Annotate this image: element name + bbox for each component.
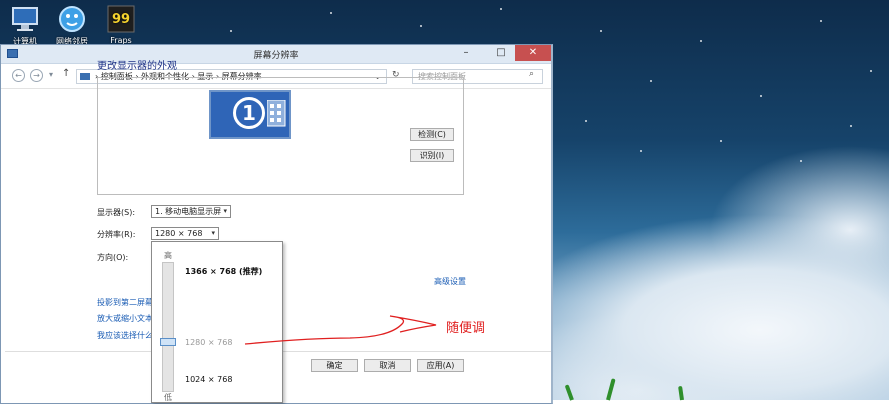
minimize-button[interactable]: – — [454, 45, 478, 61]
app-99-icon: 99 — [106, 4, 136, 34]
control-panel-icon — [80, 73, 90, 80]
identify-button[interactable]: 识别(I) — [410, 149, 454, 162]
resolution-option-current[interactable]: 1280 × 768 — [185, 338, 232, 347]
text-size-link[interactable]: 放大或缩小文本 — [97, 313, 151, 324]
help-choose-link[interactable]: 我应该选择什么 — [97, 330, 151, 341]
display-select[interactable]: 1. 移动电脑显示屏 ▾ — [151, 205, 231, 218]
resolution-slider-thumb[interactable] — [160, 338, 176, 346]
project-second-screen-link[interactable]: 投影到第二屏幕 — [97, 297, 151, 308]
back-arrow-icon[interactable]: ← — [12, 69, 25, 82]
monitor-window-icon — [267, 100, 286, 127]
maximize-button[interactable]: □ — [489, 45, 513, 61]
cancel-button[interactable]: 取消 — [364, 359, 411, 372]
forward-arrow-icon[interactable]: → — [30, 69, 43, 82]
annotation-arrow — [244, 315, 437, 345]
display-select-value: 1. 移动电脑显示屏 — [155, 207, 222, 216]
orientation-label: 方向(O): — [97, 253, 129, 262]
ok-button[interactable]: 确定 — [311, 359, 358, 372]
desktop-icon-computer[interactable]: 计算机 — [0, 4, 50, 47]
resolution-option-low[interactable]: 1024 × 768 — [185, 375, 232, 384]
desktop-icon-network[interactable]: 网络邻居 — [47, 4, 97, 47]
search-icon: ⌕ — [529, 69, 535, 79]
advanced-settings-link[interactable]: 高级设置 — [434, 276, 466, 287]
monitor-1-icon[interactable]: 1 — [209, 90, 291, 139]
chevron-down-icon: ▾ — [211, 229, 215, 237]
low-label: 低 — [164, 393, 172, 402]
computer-icon — [10, 4, 40, 34]
high-label: 高 — [164, 251, 172, 260]
resolution-select[interactable]: 1280 × 768 ▾ — [151, 227, 219, 240]
svg-text:99: 99 — [112, 12, 130, 27]
monitor-number: 1 — [233, 97, 265, 129]
resolution-select-value: 1280 × 768 — [155, 229, 203, 238]
network-icon — [57, 4, 87, 34]
display-preview-panel: 1 检测(C) 识别(I) — [97, 77, 464, 195]
resolution-label: 分辨率(R): — [97, 230, 136, 239]
page-title: 更改显示器的外观 — [97, 61, 177, 72]
resolution-option-recommended[interactable]: 1366 × 768 (推荐) — [185, 266, 262, 277]
close-button[interactable]: ✕ — [515, 45, 551, 61]
display-label: 显示器(S): — [97, 208, 136, 217]
chevron-down-icon: ▾ — [223, 207, 227, 215]
apply-button[interactable]: 应用(A) — [417, 359, 464, 372]
resolution-slider-track[interactable] — [162, 262, 174, 392]
up-arrow-icon[interactable]: ↑ — [62, 68, 70, 79]
detect-button[interactable]: 检测(C) — [410, 128, 454, 141]
title-bar[interactable]: 屏幕分辨率 – □ ✕ — [1, 45, 551, 64]
recent-dropdown-icon[interactable]: ▾ — [49, 70, 53, 79]
annotation-text: 随便调 — [446, 321, 486, 336]
desktop-icon-fraps[interactable]: 99 Fraps — [96, 4, 146, 45]
